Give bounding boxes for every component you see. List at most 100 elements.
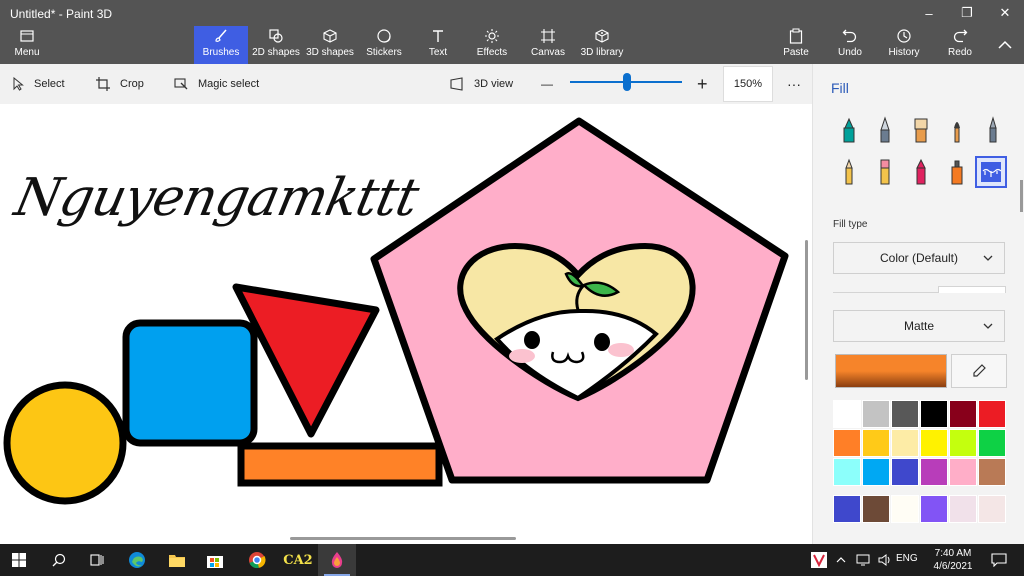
tab-2d-shapes[interactable]: 2D shapes [250, 26, 302, 64]
palette-swatch[interactable] [833, 495, 861, 523]
vertical-scrollbar[interactable] [805, 240, 808, 380]
palette-swatch[interactable] [920, 458, 948, 486]
yellow-circle[interactable] [3, 381, 127, 505]
horizontal-scrollbar[interactable] [290, 537, 516, 540]
palette-swatch[interactable] [833, 458, 861, 486]
palette-swatch[interactable] [862, 495, 890, 523]
magic-select-button[interactable]: Magic select [174, 64, 259, 104]
chevron-down-icon [983, 255, 993, 261]
palette-swatch[interactable] [891, 495, 919, 523]
palette-swatch[interactable] [949, 400, 977, 428]
palette-swatch[interactable] [862, 400, 890, 428]
file-explorer-app[interactable] [158, 544, 196, 576]
v-app-icon [811, 552, 827, 568]
eyedropper-button[interactable] [951, 354, 1007, 388]
current-color-swatch[interactable] [835, 354, 947, 388]
notifications-button[interactable] [984, 544, 1014, 576]
paint-3d-app[interactable] [318, 544, 356, 576]
tab-brushes[interactable]: Brushes [194, 26, 248, 64]
search-button[interactable] [40, 544, 78, 576]
calligraphy-pen-icon [880, 116, 890, 143]
palette-swatch[interactable] [862, 429, 890, 457]
palette-swatch[interactable] [920, 495, 948, 523]
panel-scrollbar[interactable] [1020, 180, 1023, 212]
volume-tray[interactable] [874, 544, 896, 576]
clipboard-icon [789, 26, 803, 46]
title-bar: Untitled* - Paint 3D – ❐ ✕ [0, 0, 1024, 26]
task-view-button[interactable] [78, 544, 116, 576]
eraser-brush[interactable] [869, 156, 901, 188]
palette-swatch[interactable] [978, 429, 1006, 457]
palette-swatch[interactable] [978, 458, 1006, 486]
zoom-out-button[interactable]: — [541, 64, 553, 104]
paste-button[interactable]: Paste [780, 26, 812, 64]
collapse-ribbon-button[interactable] [990, 26, 1020, 64]
select-button[interactable]: Select [12, 64, 65, 104]
ca2-app[interactable]: CA2 [278, 544, 318, 576]
palette-swatch[interactable] [833, 429, 861, 457]
minimize-button[interactable]: – [910, 0, 948, 26]
more-options-button[interactable]: ··· [787, 64, 801, 104]
tab-text[interactable]: Text [418, 26, 458, 64]
start-button[interactable] [0, 544, 38, 576]
store-app[interactable] [196, 544, 234, 576]
zoom-in-button[interactable]: + [697, 64, 708, 104]
close-button[interactable]: ✕ [986, 0, 1024, 26]
finish-dropdown[interactable]: Matte [833, 310, 1005, 342]
3d-view-button[interactable]: 3D view [450, 64, 513, 104]
crayon-icon [916, 158, 926, 185]
zoom-slider-thumb[interactable] [623, 73, 631, 91]
palette-swatch[interactable] [949, 495, 977, 523]
tab-3d-library[interactable]: 3D library [578, 26, 626, 64]
zoom-level[interactable]: 150% [723, 66, 773, 102]
chrome-app[interactable] [238, 544, 276, 576]
vivaldi-tray[interactable] [806, 544, 832, 576]
maximize-button[interactable]: ❐ [948, 0, 986, 26]
menu-button[interactable]: Menu [8, 26, 46, 64]
brush-panel: Fill Fill type Color (Default) Matte [812, 64, 1024, 544]
network-tray[interactable] [852, 544, 874, 576]
blue-square[interactable] [122, 319, 258, 447]
watercolor-brush[interactable] [941, 114, 973, 146]
tool-bar: Select Crop Magic select 3D view — + ··· [0, 64, 812, 104]
thickness-slider[interactable] [938, 286, 1006, 293]
3d-library-icon [594, 26, 610, 46]
palette-swatch[interactable] [978, 400, 1006, 428]
palette-swatch[interactable] [891, 429, 919, 457]
palette-swatch[interactable] [978, 495, 1006, 523]
history-button[interactable]: History [884, 26, 924, 64]
spray-can-brush[interactable] [941, 156, 973, 188]
tab-3d-shapes[interactable]: 3D shapes [304, 26, 356, 64]
fill-type-dropdown[interactable]: Color (Default) [833, 242, 1005, 274]
tray-chevron[interactable] [830, 544, 852, 576]
clock[interactable]: 7:40 AM 4/6/2021 [928, 547, 978, 573]
language-indicator[interactable]: ENG [896, 553, 918, 564]
calligraphy-pen-brush[interactable] [869, 114, 901, 146]
oil-brush[interactable] [905, 114, 937, 146]
palette-swatch[interactable] [891, 400, 919, 428]
undo-button[interactable]: Undo [834, 26, 866, 64]
palette-swatch[interactable] [862, 458, 890, 486]
pixel-pen-brush[interactable] [977, 114, 1009, 146]
tab-stickers[interactable]: Stickers [360, 26, 408, 64]
fill-brush[interactable] [975, 156, 1007, 188]
pencil-brush[interactable] [833, 156, 865, 188]
palette-swatch[interactable] [920, 429, 948, 457]
crayon-brush[interactable] [905, 156, 937, 188]
palette-swatch[interactable] [891, 458, 919, 486]
edge-app[interactable] [118, 544, 156, 576]
palette-swatch[interactable] [920, 400, 948, 428]
redo-button[interactable]: Redo [944, 26, 976, 64]
orange-rectangle[interactable] [237, 442, 443, 487]
edge-icon [129, 552, 145, 568]
marker-brush[interactable] [833, 114, 865, 146]
palette-swatch[interactable] [833, 400, 861, 428]
palette-swatch[interactable] [949, 458, 977, 486]
tab-effects[interactable]: Effects [470, 26, 514, 64]
crop-icon [96, 77, 110, 91]
palette-swatch[interactable] [949, 429, 977, 457]
crop-button[interactable]: Crop [96, 64, 144, 104]
history-label: History [888, 47, 920, 58]
drawing-canvas[interactable]: Nguyengamkttt [0, 104, 812, 544]
tab-canvas[interactable]: Canvas [526, 26, 570, 64]
